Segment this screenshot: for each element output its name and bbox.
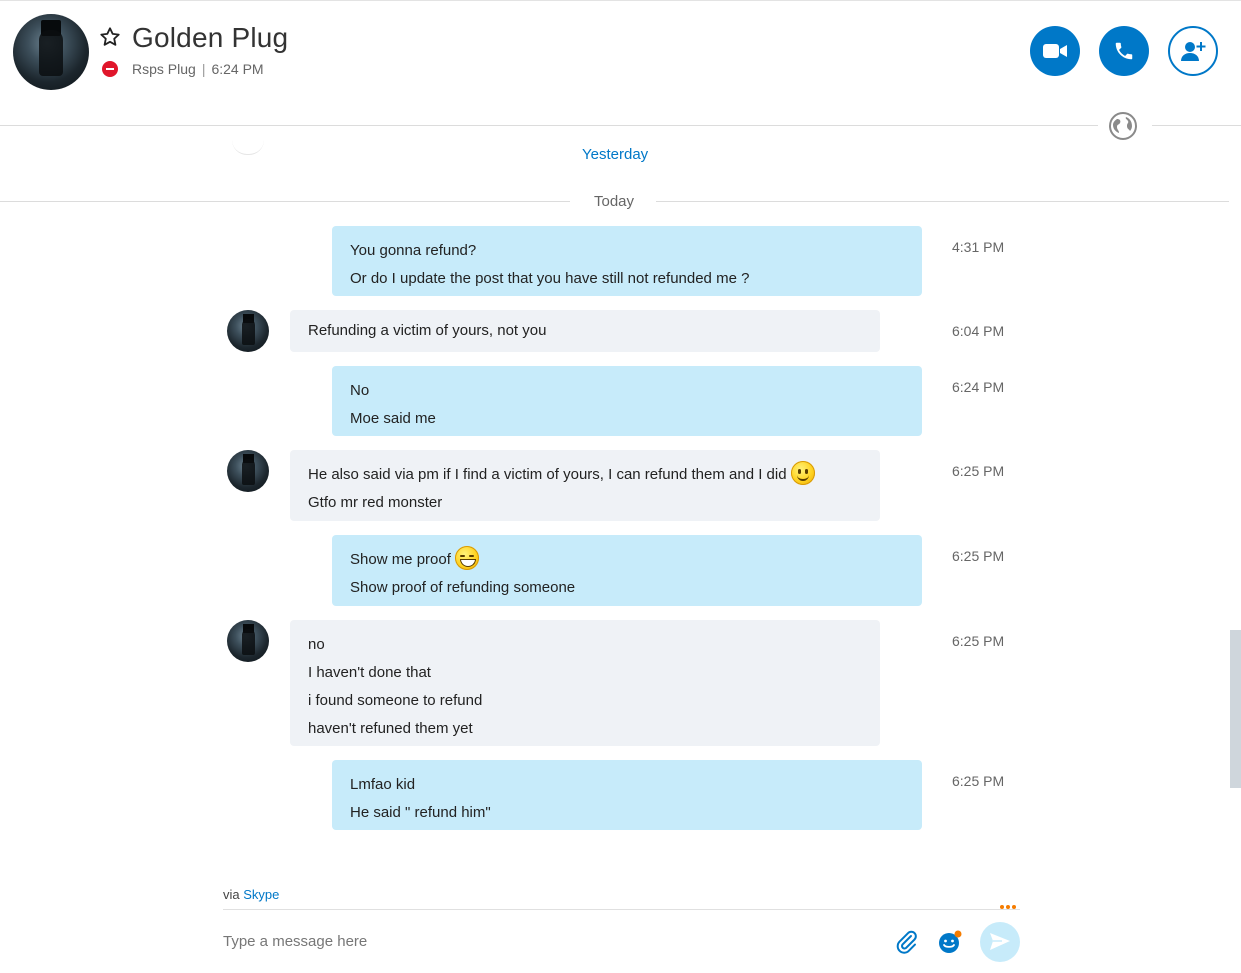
message-text: He also said via pm if I find a victim o… <box>308 466 787 483</box>
message-bubble-incoming[interactable]: Refunding a victim of yours, not you <box>290 310 880 352</box>
message-text: Or do I update the post that you have st… <box>350 270 750 287</box>
message-text: no <box>308 636 325 653</box>
chat-scrollbar-thumb[interactable] <box>1230 630 1241 788</box>
today-divider-line-right <box>656 201 1229 202</box>
message-input[interactable] <box>223 925 863 957</box>
message-text: He said " refund him" <box>350 804 491 821</box>
message-text: Lmfao kid <box>350 776 416 793</box>
send-arrow-icon <box>990 933 1010 950</box>
paperclip-icon[interactable] <box>894 929 920 955</box>
subtitle-separator: | <box>201 61 206 77</box>
conversation-header: Golden Plug Rsps Plug | 6:24 PM <box>0 0 1241 126</box>
message-timestamp: 6:25 PM <box>952 463 1005 479</box>
message-text: No <box>350 382 370 399</box>
send-button[interactable] <box>980 922 1020 962</box>
phone-icon <box>1115 42 1133 60</box>
grin-emoji-icon <box>454 546 479 571</box>
message-bubble-outgoing[interactable]: You gonna refund? Or do I update the pos… <box>332 226 922 296</box>
emoticon-icon[interactable] <box>937 929 963 955</box>
today-divider-label: Today <box>594 193 635 210</box>
mood-message: Rsps Plug <box>132 61 196 77</box>
message-text: Show proof of refunding someone <box>350 579 576 596</box>
message-timestamp: 6:25 PM <box>952 633 1005 649</box>
local-time: 6:24 PM <box>211 61 264 77</box>
video-camera-icon <box>1043 44 1067 58</box>
busy-status-icon <box>102 61 118 77</box>
message-text: haven't refuned them yet <box>308 720 473 737</box>
message-text: Moe said me <box>350 410 436 427</box>
header-divider-right <box>1152 125 1241 126</box>
contact-avatar[interactable] <box>13 14 89 90</box>
message-text: i found someone to refund <box>308 692 483 709</box>
message-text: Refunding a victim of yours, not you <box>308 322 547 339</box>
message-text: Gtfo mr red monster <box>308 494 443 511</box>
message-text: Show me proof <box>350 551 451 568</box>
message-bubble-incoming[interactable]: no I haven't done that i found someone t… <box>290 620 880 746</box>
message-timestamp: 6:25 PM <box>952 773 1005 789</box>
more-options-button[interactable] <box>1000 896 1020 909</box>
add-person-icon <box>1181 42 1206 61</box>
message-timestamp: 6:04 PM <box>952 323 1005 339</box>
scrolled-avatar-edge <box>232 140 264 155</box>
message-timestamp: 4:31 PM <box>952 239 1005 255</box>
audio-call-button[interactable] <box>1099 26 1149 76</box>
today-divider-line-left <box>0 201 570 202</box>
header-divider <box>0 125 1098 126</box>
message-bubble-outgoing[interactable]: No Moe said me <box>332 366 922 436</box>
via-prefix: via <box>223 887 240 902</box>
message-text: You gonna refund? <box>350 242 477 259</box>
video-call-button[interactable] <box>1030 26 1080 76</box>
skype-link[interactable]: Skype <box>243 887 279 902</box>
message-timestamp: 6:24 PM <box>952 379 1005 395</box>
sender-avatar[interactable] <box>227 450 269 492</box>
yesterday-divider-label: Yesterday <box>582 146 649 162</box>
add-participant-button[interactable] <box>1168 26 1218 76</box>
composer-divider <box>223 909 1020 910</box>
via-skype-label: via Skype <box>223 887 279 902</box>
sender-avatar[interactable] <box>227 310 269 352</box>
sender-avatar[interactable] <box>227 620 269 662</box>
message-bubble-outgoing[interactable]: Lmfao kid He said " refund him" <box>332 760 922 830</box>
message-bubble-incoming[interactable]: He also said via pm if I find a victim o… <box>290 450 880 521</box>
favorite-star-icon[interactable] <box>99 26 121 48</box>
message-text: I haven't done that <box>308 664 431 681</box>
message-bubble-outgoing[interactable]: Show me proof Show proof of refunding so… <box>332 535 922 606</box>
contact-subtitle: Rsps Plug | 6:24 PM <box>132 61 264 77</box>
contact-name[interactable]: Golden Plug <box>132 22 288 54</box>
message-timestamp: 6:25 PM <box>952 548 1005 564</box>
smile-emoji-icon <box>790 461 815 486</box>
translator-globe-icon[interactable] <box>1108 111 1138 141</box>
